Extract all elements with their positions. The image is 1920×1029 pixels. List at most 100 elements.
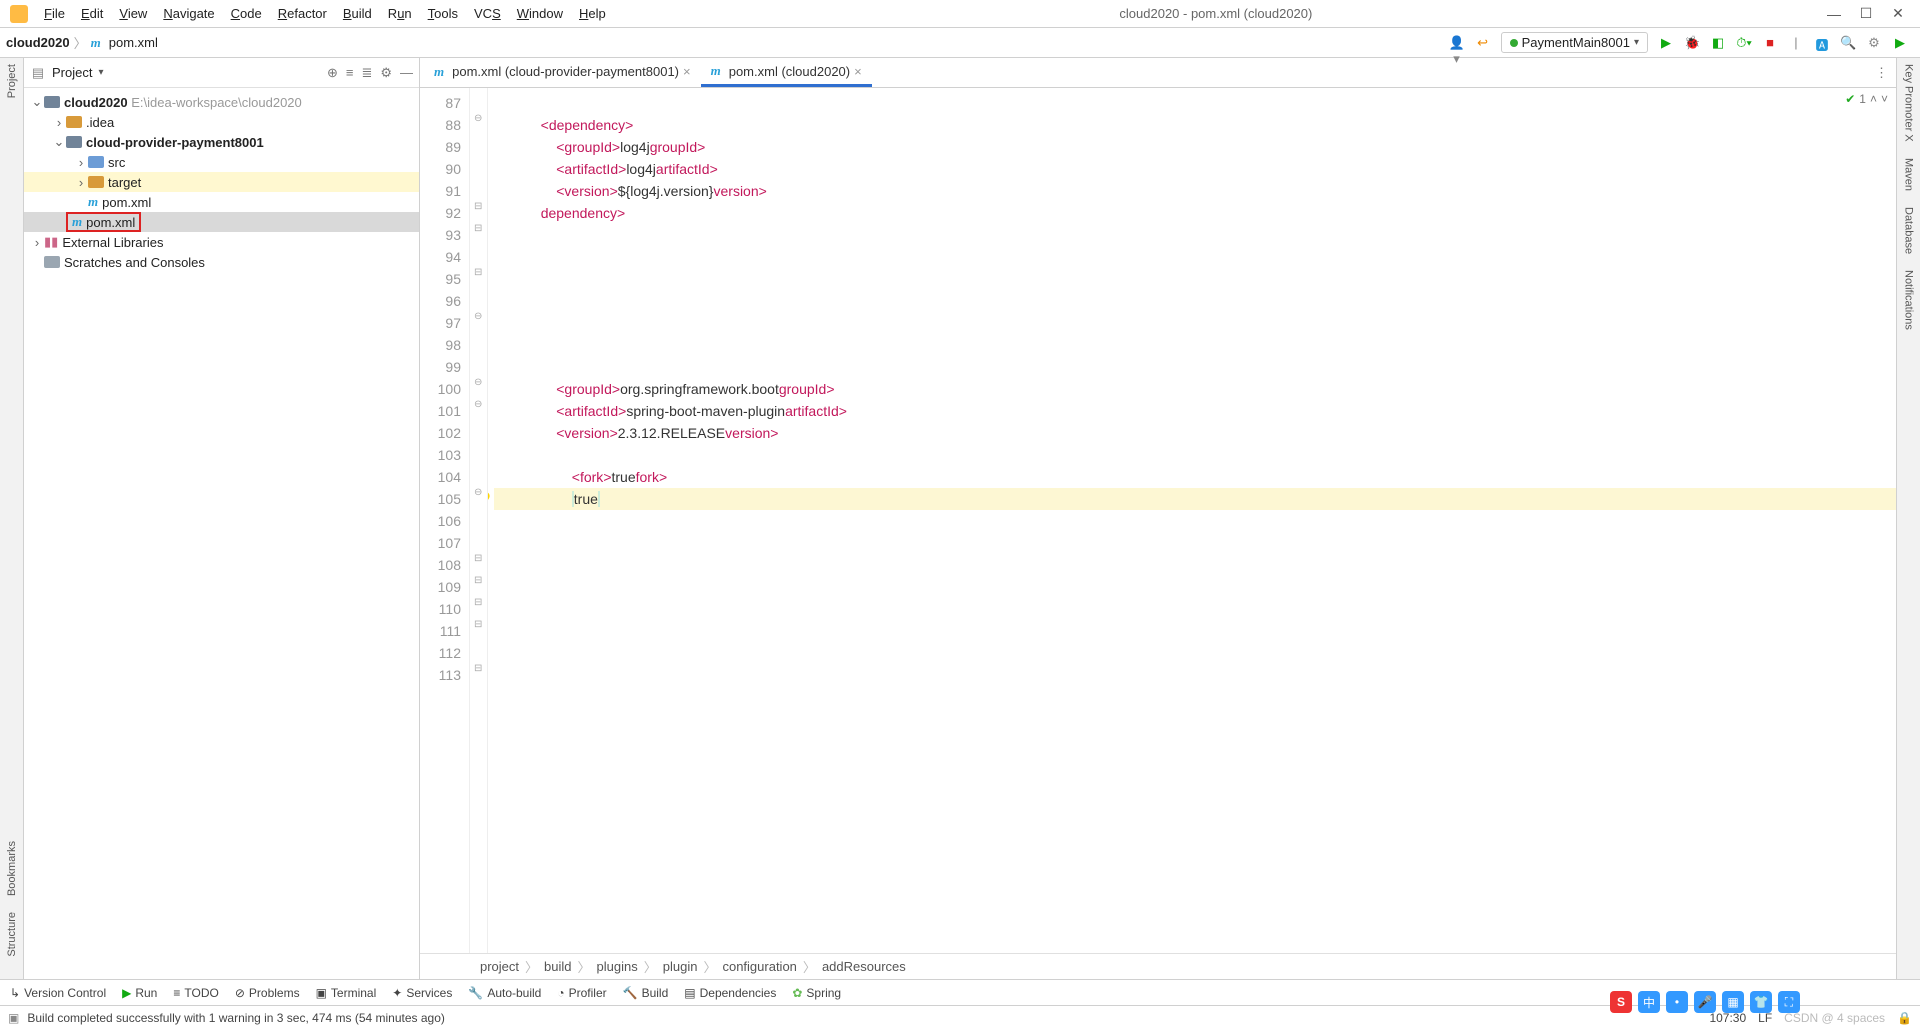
- main-toolbar: 👤▾ ↩ PaymentMain8001 ▾ ▶ 🐞 ◧ ⏱▾ ■ | 🅰 🔍 …: [1449, 32, 1914, 53]
- debug-button[interactable]: 🐞: [1684, 35, 1700, 51]
- toolwin-autobuild[interactable]: 🔧 Auto-build: [468, 986, 541, 1000]
- maven-file-icon: m: [91, 35, 101, 51]
- close-tab-icon[interactable]: ×: [854, 64, 862, 79]
- toolwin-terminal[interactable]: ▣ Terminal: [316, 986, 377, 1000]
- collapse-all-icon[interactable]: ≣: [361, 65, 372, 81]
- maven-file-icon: m: [434, 64, 444, 80]
- coverage-button[interactable]: ◧: [1710, 35, 1726, 51]
- tree-idea[interactable]: ›.idea: [24, 112, 419, 132]
- line-gutter: 8788899091929394959697989910010110210310…: [420, 88, 470, 953]
- toolwin-project[interactable]: Project: [6, 64, 18, 98]
- toolwin-build[interactable]: 🔨 Build: [623, 986, 669, 1000]
- project-panel: ▤ Project ▾ ⊕ ≡ ≣ ⚙ — ⌄ cloud2020 E:\ide…: [24, 58, 420, 979]
- editor-breadcrumbs[interactable]: project 〉 build 〉 plugins 〉 plugin 〉 con…: [420, 953, 1896, 979]
- tree-scratches[interactable]: Scratches and Consoles: [24, 252, 419, 272]
- editor-area: m pom.xml (cloud-provider-payment8001) ×…: [420, 58, 1896, 979]
- translate-icon[interactable]: 🅰: [1814, 35, 1830, 51]
- hide-panel-icon[interactable]: —: [400, 65, 413, 81]
- app-logo-icon: [10, 5, 28, 23]
- project-tree[interactable]: ⌄ cloud2020 E:\idea-workspace\cloud2020 …: [24, 88, 419, 979]
- menu-code[interactable]: Code: [223, 6, 270, 21]
- project-panel-title: Project: [52, 65, 92, 80]
- menu-navigate[interactable]: Navigate: [155, 6, 222, 21]
- tree-target[interactable]: ›target: [24, 172, 419, 192]
- menu-build[interactable]: Build: [335, 6, 380, 21]
- toolwin-todo[interactable]: ≡ TODO: [173, 986, 218, 1000]
- menu-help[interactable]: Help: [571, 6, 614, 21]
- find-icon[interactable]: 🔍: [1840, 35, 1856, 51]
- inspection-up-icon[interactable]: ˄: [1870, 92, 1877, 106]
- close-window-button[interactable]: ✕: [1882, 5, 1914, 22]
- tree-ext-libs[interactable]: ›▮▮External Libraries: [24, 232, 419, 252]
- editor-body[interactable]: 8788899091929394959697989910010110210310…: [420, 88, 1896, 953]
- toolwin-profiler[interactable]: ◔ Profiler: [557, 986, 606, 1000]
- navigation-row: cloud2020 〉 m pom.xml 👤▾ ↩ PaymentMain80…: [0, 28, 1920, 58]
- menu-vcs[interactable]: VCS: [466, 6, 509, 21]
- main-area: Project Bookmarks Structure ▤ Project ▾ …: [0, 58, 1920, 979]
- tree-root[interactable]: ⌄ cloud2020 E:\idea-workspace\cloud2020: [24, 92, 419, 112]
- status-lock-icon[interactable]: 🔒: [1897, 1011, 1912, 1025]
- menu-file[interactable]: File: [36, 6, 73, 21]
- toolwin-notifications[interactable]: Notifications: [1903, 270, 1915, 330]
- toolwin-services[interactable]: ✦ Services: [392, 986, 452, 1000]
- select-opened-icon[interactable]: ⊕: [327, 65, 338, 81]
- tree-module-pom[interactable]: mpom.xml: [24, 192, 419, 212]
- run-config-selector[interactable]: PaymentMain8001 ▾: [1501, 32, 1648, 53]
- inspection-down-icon[interactable]: ˅: [1881, 92, 1888, 106]
- run-status-icon: [1510, 39, 1518, 47]
- chevron-down-icon: ▾: [1634, 37, 1639, 48]
- add-user-icon[interactable]: 👤▾: [1449, 35, 1465, 51]
- right-tool-strip: Key Promoter X Maven Database Notificati…: [1896, 58, 1920, 979]
- chevron-down-icon[interactable]: ▾: [98, 67, 103, 78]
- fold-strip[interactable]: ⊖ ⊟ ⊟ ⊟ ⊖ ⊖ ⊖ ⊖ ⊟ ⊟ ⊟ ⊟ ⊟: [470, 88, 488, 953]
- toolwin-problems[interactable]: ⊘ Problems: [235, 986, 300, 1000]
- stop-button[interactable]: ■: [1762, 35, 1778, 51]
- minimize-button[interactable]: —: [1818, 6, 1850, 22]
- expand-all-icon[interactable]: ≡: [346, 65, 354, 81]
- toolwin-dependencies[interactable]: ▤ Dependencies: [684, 986, 776, 1000]
- back-arrow-icon[interactable]: ↩: [1475, 35, 1491, 51]
- run-anything-icon[interactable]: ▶: [1892, 35, 1908, 51]
- toolwin-bookmarks[interactable]: Bookmarks: [6, 841, 18, 896]
- tab-pom-root[interactable]: m pom.xml (cloud2020) ×: [701, 58, 872, 87]
- toolwin-database[interactable]: Database: [1903, 207, 1915, 254]
- status-window-icon[interactable]: ▣: [8, 1011, 19, 1025]
- toolwin-maven[interactable]: Maven: [1903, 158, 1915, 191]
- build-separator: |: [1788, 35, 1804, 51]
- menu-window[interactable]: Window: [509, 6, 571, 21]
- toolwin-structure[interactable]: Structure: [6, 912, 18, 957]
- editor-inspections[interactable]: ✔ 1 ˄ ˅: [1845, 92, 1888, 106]
- toolwin-run[interactable]: ▶ Run: [122, 986, 157, 1000]
- toolwin-spring[interactable]: ✿ Spring: [792, 986, 841, 1000]
- menu-refactor[interactable]: Refactor: [270, 6, 335, 21]
- tree-module[interactable]: ⌄cloud-provider-payment8001: [24, 132, 419, 152]
- settings-icon[interactable]: ⚙: [1866, 35, 1882, 51]
- ime-indicator[interactable]: S 中 • 🎤 ▦ 👕 ⛶: [1610, 991, 1800, 1013]
- crumb-root[interactable]: cloud2020: [6, 35, 70, 50]
- maven-file-icon: m: [88, 194, 98, 210]
- crumb-file[interactable]: pom.xml: [109, 35, 158, 50]
- tree-root-pom[interactable]: mpom.xml: [24, 212, 419, 232]
- tab-pom-module[interactable]: m pom.xml (cloud-provider-payment8001) ×: [424, 58, 701, 87]
- menu-view[interactable]: View: [111, 6, 155, 21]
- tabs-more-icon[interactable]: ⋮: [1867, 65, 1896, 81]
- run-button[interactable]: ▶: [1658, 35, 1674, 51]
- panel-settings-icon[interactable]: ⚙: [380, 65, 392, 81]
- nav-breadcrumb[interactable]: cloud2020 〉 m pom.xml: [6, 33, 158, 52]
- chevron-right-icon: 〉: [74, 33, 87, 52]
- project-panel-header: ▤ Project ▾ ⊕ ≡ ≣ ⚙ —: [24, 58, 419, 88]
- profile-button[interactable]: ⏱▾: [1736, 35, 1752, 51]
- ime-logo-icon: S: [1610, 991, 1632, 1013]
- library-icon: ▮▮: [44, 234, 58, 250]
- toolwin-keypromoter[interactable]: Key Promoter X: [1903, 64, 1915, 142]
- toolwin-vcs[interactable]: ↳ Version Control: [10, 986, 106, 1000]
- code-content[interactable]: <dependency> <groupId>log4jgroupId> <art…: [488, 88, 1896, 953]
- tree-src[interactable]: ›src: [24, 152, 419, 172]
- folder-icon: ▤: [30, 65, 46, 81]
- close-tab-icon[interactable]: ×: [683, 64, 691, 79]
- status-message: Build completed successfully with 1 warn…: [27, 1011, 445, 1025]
- menu-edit[interactable]: Edit: [73, 6, 111, 21]
- menu-tools[interactable]: Tools: [420, 6, 466, 21]
- menu-run[interactable]: Run: [380, 6, 420, 21]
- maximize-button[interactable]: ☐: [1850, 5, 1882, 22]
